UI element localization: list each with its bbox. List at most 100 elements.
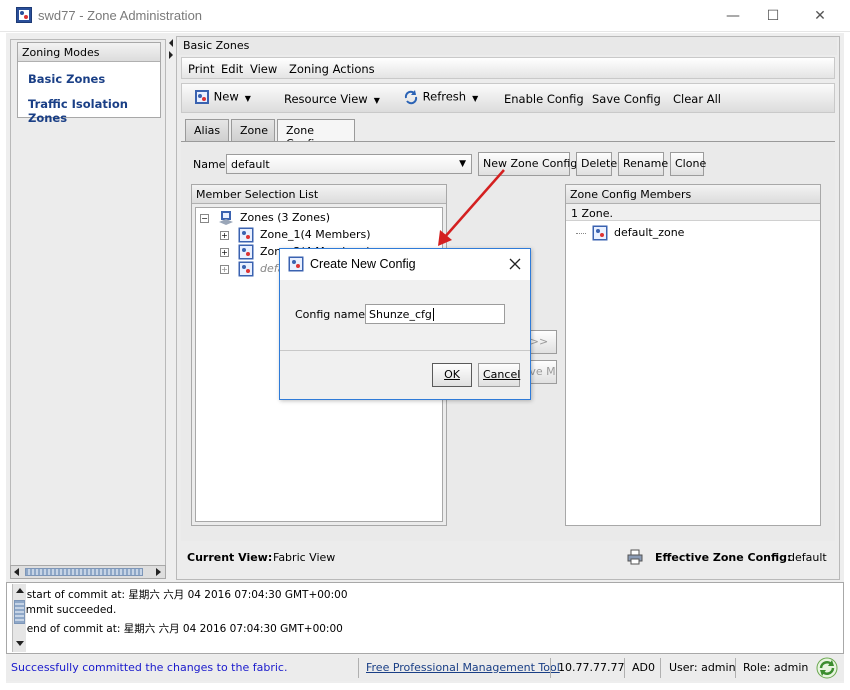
dialog-app-icon xyxy=(288,256,304,272)
current-view-value: Fabric View xyxy=(273,551,336,564)
tree-root-label: Zones (3 Zones) xyxy=(240,211,331,224)
effective-config-label: Effective Zone Config: xyxy=(655,551,792,564)
dialog-close-icon[interactable] xyxy=(509,258,521,270)
clear-all-button[interactable]: Clear All xyxy=(673,92,721,106)
effective-config-value: default xyxy=(788,551,827,564)
maximize-icon: ☐ xyxy=(766,8,780,24)
status-user: User: admin xyxy=(669,661,736,674)
scroll-left-icon[interactable] xyxy=(12,567,22,577)
status-ip: 10.77.77.77 xyxy=(558,661,625,674)
refresh-button[interactable]: Refresh ▼ xyxy=(403,89,478,105)
separator xyxy=(624,658,625,678)
dialog-body: Config name Shunze_cfg xyxy=(280,280,530,351)
close-button[interactable]: ✕ xyxy=(797,0,843,32)
expand-icon[interactable]: + xyxy=(220,230,229,240)
printer-icon[interactable] xyxy=(627,549,643,565)
zone-icon xyxy=(238,261,253,277)
save-config-button[interactable]: Save Config xyxy=(592,92,661,106)
config-name-label: Config name xyxy=(295,308,365,321)
left-horizontal-scrollbar[interactable] xyxy=(10,565,166,579)
collapse-icon[interactable]: − xyxy=(200,213,209,223)
minimize-icon: — xyxy=(726,8,740,24)
resource-view-button[interactable]: Resource View ▼ xyxy=(284,92,380,106)
status-message: Successfully committed the changes to th… xyxy=(11,661,288,674)
sync-icon[interactable] xyxy=(816,657,838,679)
dropdown-caret-icon: ▼ xyxy=(472,93,479,103)
refresh-icon xyxy=(404,90,418,105)
member-selection-title: Member Selection List xyxy=(192,185,446,204)
close-icon: ✕ xyxy=(814,8,826,24)
zoning-modes-panel: Zoning Modes Basic Zones Traffic Isolati… xyxy=(10,39,166,579)
view-status-row: Current View: Fabric View Effective Zone… xyxy=(181,545,835,573)
expand-icon[interactable]: + xyxy=(220,247,229,257)
cancel-button[interactable]: Cancel xyxy=(478,363,520,387)
separator xyxy=(550,658,551,678)
log-line: --- start of commit at: 星期六 六月 04 2016 0… xyxy=(12,589,348,601)
menu-view[interactable]: View xyxy=(250,62,277,76)
scrollbar-thumb[interactable] xyxy=(14,600,25,624)
log-line: --- end of commit at: 星期六 六月 04 2016 07:… xyxy=(12,623,343,635)
menu-zoning-actions[interactable]: Zoning Actions xyxy=(289,62,375,76)
config-name-input[interactable]: Shunze_cfg xyxy=(365,304,505,324)
config-members-summary: 1 Zone. xyxy=(566,204,820,221)
zones-folder-icon xyxy=(218,211,233,225)
resource-view-label: Resource View xyxy=(284,92,368,106)
new-icon xyxy=(195,90,209,104)
splitter[interactable] xyxy=(167,39,175,579)
scroll-up-icon[interactable] xyxy=(15,586,25,596)
title-bar: swd77 - Zone Administration — ☐ ✕ xyxy=(0,0,850,32)
tree-root-zones[interactable]: − Zones (3 Zones) xyxy=(200,210,330,226)
tree-line xyxy=(576,232,586,234)
mode-traffic-isolation-zones[interactable]: Traffic Isolation Zones xyxy=(28,97,160,125)
dialog-footer: OK Cancel xyxy=(280,352,530,399)
maximize-button[interactable]: ☐ xyxy=(750,0,796,32)
dialog-title: Create New Config xyxy=(310,257,416,271)
window-title: swd77 - Zone Administration xyxy=(38,8,203,23)
dropdown-caret-icon: ▼ xyxy=(373,96,380,105)
zone-icon xyxy=(238,227,253,243)
scroll-right-icon[interactable] xyxy=(153,567,163,577)
status-role: Role: admin xyxy=(743,661,809,674)
status-bar: Successfully committed the changes to th… xyxy=(6,655,844,681)
toolbar: New ▼ Resource View ▼ Refresh ▼ Enable Conf… xyxy=(181,83,835,113)
tab-zone[interactable]: Zone xyxy=(231,119,275,141)
delete-button[interactable]: Delete xyxy=(576,152,617,176)
log-line: Commit succeeded. xyxy=(12,604,117,616)
dialog-title-bar: Create New Config xyxy=(280,249,530,280)
config-name-value: Shunze_cfg xyxy=(369,308,432,321)
commit-log-console[interactable]: --- start of commit at: 星期六 六月 04 2016 0… xyxy=(6,582,844,654)
separator xyxy=(660,658,661,678)
mode-basic-zones[interactable]: Basic Zones xyxy=(28,72,105,86)
expand-icon[interactable]: + xyxy=(220,264,229,274)
current-view-label: Current View: xyxy=(187,551,273,564)
scroll-down-icon[interactable] xyxy=(15,638,25,648)
zone-icon xyxy=(238,244,253,260)
console-vertical-scrollbar[interactable] xyxy=(12,584,26,652)
tab-strip: Alias Zone Zone Config xyxy=(181,119,835,150)
tree-item-label: Zone_1(4 Members) xyxy=(260,228,371,241)
menu-bar: Print Edit View Zoning Actions xyxy=(181,57,835,79)
enable-config-button[interactable]: Enable Config xyxy=(504,92,584,106)
scrollbar-thumb[interactable] xyxy=(25,568,143,576)
refresh-label: Refresh xyxy=(422,89,467,104)
panel-title: Basic Zones xyxy=(179,37,837,55)
menu-print[interactable]: Print xyxy=(188,62,214,76)
zoning-modes-box: Zoning Modes Basic Zones Traffic Isolati… xyxy=(17,42,161,125)
zone-config-members-title: Zone Config Members xyxy=(566,185,820,204)
dropdown-caret-icon: ▼ xyxy=(244,93,251,103)
tree-item-zone-1[interactable]: + Zone_1(4 Members) xyxy=(220,227,371,243)
management-tool-link[interactable]: Free Professional Management Tool xyxy=(366,661,560,674)
tab-zone-config[interactable]: Zone Config xyxy=(277,119,355,150)
name-label: Name xyxy=(193,158,226,171)
new-button[interactable]: New ▼ xyxy=(194,89,251,105)
menu-edit[interactable]: Edit xyxy=(221,62,243,76)
ok-button[interactable]: OK xyxy=(432,363,472,387)
tab-alias[interactable]: Alias xyxy=(185,119,229,141)
app-icon xyxy=(16,7,32,23)
rename-button[interactable]: Rename xyxy=(618,152,668,176)
zone-icon xyxy=(592,225,607,241)
clone-button[interactable]: Clone xyxy=(670,152,706,176)
config-member-default-zone[interactable]: default_zone xyxy=(576,225,684,241)
zone-config-members-panel: Zone Config Members 1 Zone. default_zone xyxy=(565,184,821,526)
collapse-left-icon[interactable] xyxy=(168,39,174,59)
